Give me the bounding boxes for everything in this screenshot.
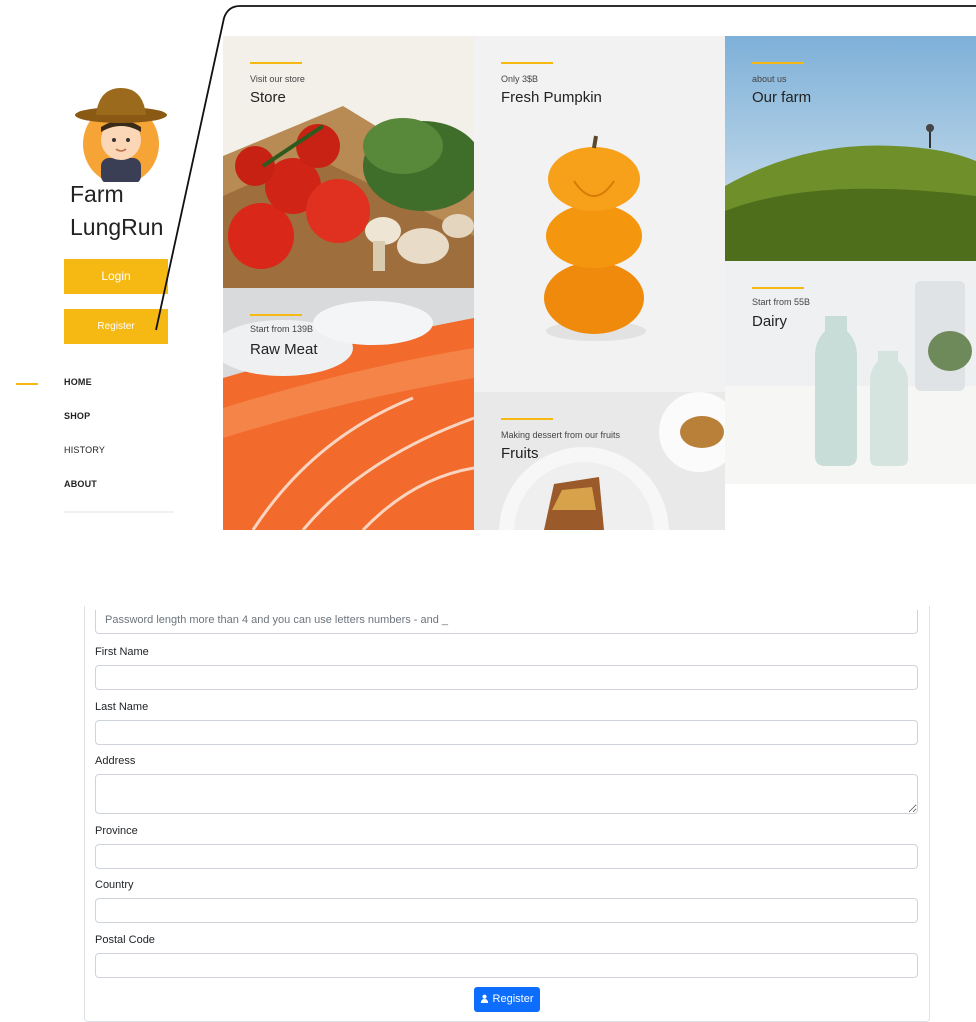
address-textarea[interactable] [95, 774, 918, 814]
country-label: Country [95, 879, 134, 891]
last-name-label: Last Name [95, 701, 149, 713]
country-input[interactable] [95, 898, 918, 923]
first-name-label: First Name [95, 646, 149, 658]
device-frame-outline [155, 5, 976, 331]
province-input[interactable] [95, 844, 918, 869]
postal-code-input[interactable] [95, 953, 918, 978]
province-label: Province [95, 825, 138, 837]
submit-register-button[interactable]: Register [474, 987, 540, 1012]
address-label: Address [95, 755, 136, 767]
postal-code-label: Postal Code [95, 934, 155, 946]
first-name-input[interactable] [95, 665, 918, 690]
last-name-input[interactable] [95, 720, 918, 745]
submit-register-label: Register [492, 993, 534, 1005]
password-hint: Password length more than 4 and you can … [95, 610, 918, 634]
website-mockup: Farm LungRun Login Register HOME SHOP HI… [0, 0, 976, 530]
user-plus-icon [481, 994, 489, 1003]
